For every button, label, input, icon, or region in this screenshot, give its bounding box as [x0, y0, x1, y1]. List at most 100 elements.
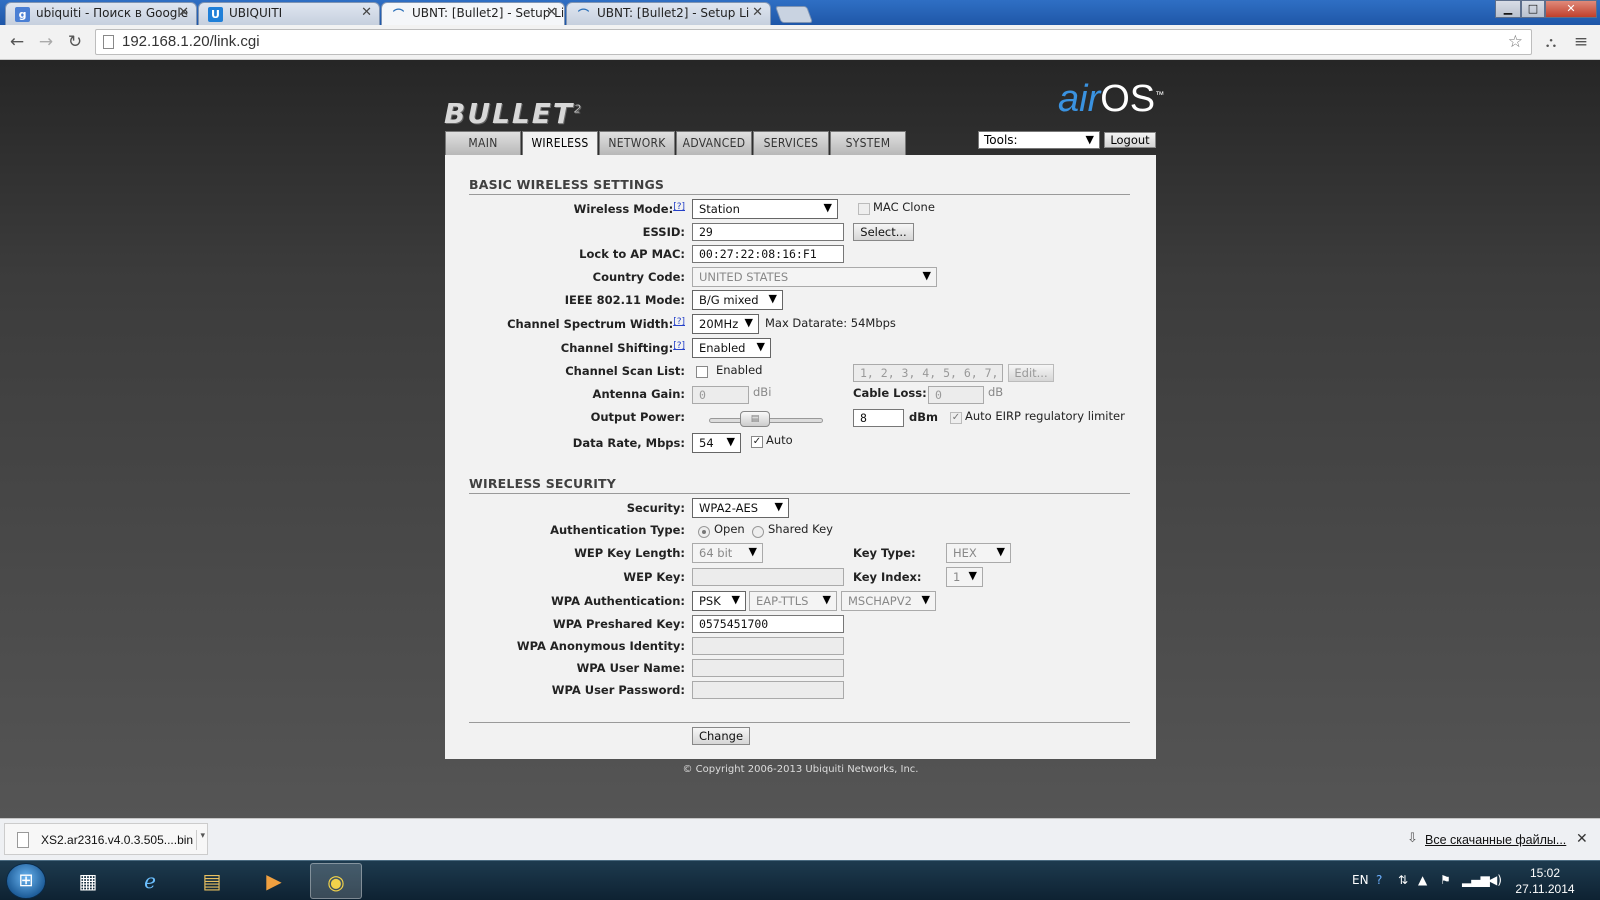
start-button[interactable]: ⊞: [6, 863, 46, 899]
scan-list-enabled-checkbox[interactable]: [696, 366, 708, 378]
chevron-down-icon: ▼: [823, 201, 832, 214]
close-tab-icon[interactable]: ✕: [178, 5, 189, 20]
ieee-mode-select[interactable]: B/G mixed ▼: [692, 290, 783, 310]
output-power-input[interactable]: 8: [853, 409, 904, 427]
output-power-slider-handle[interactable]: ▤: [740, 411, 770, 427]
wep-key-input[interactable]: [692, 568, 844, 586]
media-player-icon[interactable]: ▶: [248, 863, 300, 899]
tab-system[interactable]: SYSTEM: [830, 131, 906, 155]
wpa-user-name-input[interactable]: [692, 659, 844, 677]
copyright-text: © Copyright 2006-2013 Ubiquiti Networks,…: [682, 764, 919, 775]
inner-auth-select[interactable]: MSCHAPV2 ▼: [841, 591, 936, 611]
close-tab-icon[interactable]: ✕: [752, 5, 763, 20]
lock-ap-mac-input[interactable]: 00:27:22:08:16:F1: [692, 245, 844, 263]
bullet-logo-sup: 2: [574, 102, 583, 116]
change-button[interactable]: Change: [692, 727, 750, 745]
select-essid-button[interactable]: Select...: [853, 223, 914, 241]
key-index-select[interactable]: 1 ▼: [946, 567, 983, 587]
wep-key-length-select[interactable]: 64 bit ▼: [692, 543, 763, 563]
wpa-authentication-select[interactable]: PSK ▼: [692, 591, 746, 611]
internet-explorer-icon[interactable]: ℯ: [124, 863, 176, 899]
volume-icon[interactable]: ◀): [1488, 873, 1502, 887]
extension-icon[interactable]: ⛬: [1540, 31, 1562, 53]
close-download-bar-icon[interactable]: ✕: [1576, 831, 1588, 847]
wpa-anonymous-identity-input[interactable]: [692, 637, 844, 655]
essid-label: ESSID:: [642, 225, 685, 239]
channel-shifting-select[interactable]: Enabled ▼: [692, 338, 771, 358]
wireless-mode-select[interactable]: Station ▼: [692, 199, 838, 219]
auth-shared-key-radio[interactable]: [752, 526, 764, 538]
data-rate-label: Data Rate, Mbps:: [572, 436, 685, 450]
eap-method-select[interactable]: EAP-TTLS ▼: [749, 591, 837, 611]
maximize-button[interactable]: □: [1521, 0, 1545, 18]
menu-icon[interactable]: ≡: [1570, 31, 1592, 53]
tab-network[interactable]: NETWORK: [599, 131, 675, 155]
wpa-user-password-input[interactable]: [692, 681, 844, 699]
chevron-down-icon: ▼: [748, 545, 757, 558]
help-link[interactable]: [?]: [673, 202, 685, 212]
chevron-down-icon: ▼: [968, 569, 977, 582]
country-code-label: Country Code:: [592, 270, 685, 284]
chevron-down-icon: ▼: [996, 545, 1005, 558]
show-all-downloads-link[interactable]: Все скачанные файлы...: [1425, 833, 1566, 847]
country-code-select[interactable]: UNITED STATES ▼: [692, 267, 937, 287]
help-icon[interactable]: ?: [1376, 873, 1382, 887]
reload-icon[interactable]: ↻: [64, 31, 86, 53]
browser-tab-ubnt[interactable]: ⌒ UBNT: [Bullet2] - Setup Li ✕: [566, 2, 771, 25]
scan-list-input[interactable]: 1, 2, 3, 4, 5, 6, 7, 8, 9, 10: [853, 364, 1003, 382]
data-rate-auto-checkbox[interactable]: ✓: [751, 436, 763, 448]
auth-open-radio[interactable]: [698, 526, 710, 538]
language-indicator[interactable]: EN: [1352, 873, 1369, 887]
show-hidden-icons-icon[interactable]: ▲: [1418, 873, 1427, 887]
essid-input[interactable]: 29: [692, 223, 844, 241]
close-window-button[interactable]: ✕: [1545, 0, 1597, 18]
browser-tab-google[interactable]: g ubiquiti - Поиск в Google ✕: [5, 2, 197, 25]
close-tab-icon[interactable]: ✕: [546, 5, 557, 20]
auto-eirp-checkbox[interactable]: ✓: [950, 412, 962, 424]
mac-clone-label: MAC Clone: [873, 200, 935, 214]
tab-services[interactable]: SERVICES: [753, 131, 829, 155]
network-signal-icon[interactable]: ▂▄▆: [1462, 873, 1490, 887]
download-item[interactable]: XS2.ar2316.v4.0.3.505....bin ▾: [4, 823, 208, 855]
tab-main[interactable]: MAIN: [445, 131, 521, 155]
spectrum-width-value: 20MHz: [699, 317, 739, 331]
edit-scan-list-button[interactable]: Edit...: [1008, 364, 1054, 382]
help-link[interactable]: [?]: [673, 317, 685, 327]
cable-loss-input[interactable]: 0: [928, 386, 984, 404]
url-text: 192.168.1.20/link.cgi: [122, 33, 260, 50]
close-tab-icon[interactable]: ✕: [361, 5, 372, 20]
minimize-button[interactable]: ▁: [1495, 0, 1521, 18]
wpa-preshared-key-input[interactable]: 0575451700: [692, 615, 844, 633]
browser-tab-ubnt-active[interactable]: ⌒ UBNT: [Bullet2] - Setup Li ✕: [381, 2, 565, 26]
file-explorer-icon[interactable]: ▤: [186, 863, 238, 899]
key-type-select[interactable]: HEX ▼: [946, 543, 1011, 563]
chevron-down-icon[interactable]: ▾: [196, 830, 205, 850]
spectrum-width-select[interactable]: 20MHz ▼: [692, 314, 759, 334]
channel-shifting-value: Enabled: [699, 341, 746, 355]
tools-select[interactable]: Tools: ▼: [978, 131, 1100, 149]
data-rate-select[interactable]: 54 ▼: [692, 433, 741, 453]
forward-arrow-icon[interactable]: →: [35, 31, 57, 53]
bookmark-star-icon[interactable]: ☆: [1508, 30, 1523, 54]
browser-tab-ubiquiti[interactable]: U UBIQUITI ✕: [198, 2, 380, 25]
tray-arrows-icon[interactable]: ⇅: [1398, 873, 1408, 887]
new-tab-button[interactable]: [774, 6, 814, 23]
wpa-anonymous-identity-label: WPA Anonymous Identity:: [516, 639, 685, 653]
wireless-mode-value: Station: [699, 202, 740, 216]
tab-advanced[interactable]: ADVANCED: [676, 131, 752, 155]
back-arrow-icon[interactable]: ←: [6, 31, 28, 53]
system-clock[interactable]: 15:02 27.11.2014: [1510, 865, 1580, 897]
mac-clone-checkbox[interactable]: [858, 203, 870, 215]
data-rate-value: 54: [699, 436, 714, 450]
logout-button[interactable]: Logout: [1104, 132, 1156, 148]
antenna-gain-input[interactable]: 0: [692, 386, 749, 404]
action-center-flag-icon[interactable]: ⚑: [1440, 873, 1451, 887]
calculator-icon[interactable]: ▦: [62, 863, 114, 899]
clock-date: 27.11.2014: [1515, 882, 1575, 896]
tab-wireless[interactable]: WIRELESS: [522, 131, 598, 156]
chevron-down-icon: ▼: [921, 593, 930, 606]
chrome-icon[interactable]: ◉: [310, 863, 362, 899]
security-select[interactable]: WPA2-AES ▼: [692, 498, 789, 518]
address-bar[interactable]: 192.168.1.20/link.cgi ☆: [95, 29, 1532, 55]
help-link[interactable]: [?]: [673, 341, 685, 351]
